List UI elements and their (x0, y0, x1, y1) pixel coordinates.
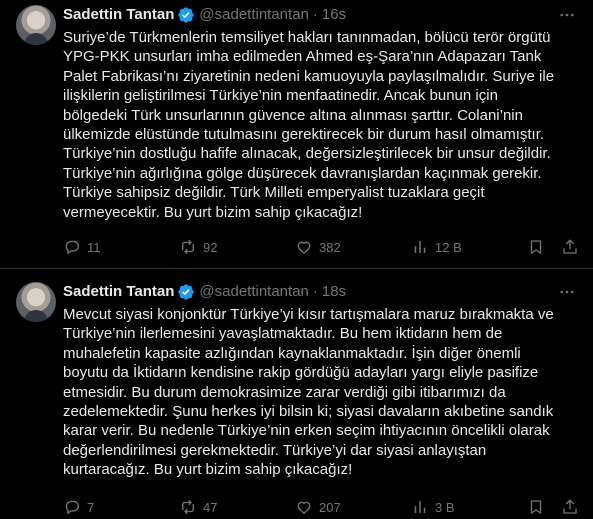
separator: · (312, 6, 318, 23)
tweet[interactable]: Sadettin Tantan @sadettintantan · 18s Me… (0, 270, 593, 519)
reply-count: 7 (87, 499, 95, 515)
like-button[interactable]: 382 (295, 238, 355, 256)
like-icon (297, 501, 311, 514)
tweet[interactable]: Sadettin Tantan @sadettintantan · 16s Su… (0, 0, 593, 269)
avatar[interactable] (16, 5, 56, 45)
repost-icon (182, 499, 194, 515)
views-button[interactable]: 3 B (411, 498, 471, 516)
bookmark-icon[interactable] (527, 238, 545, 256)
author-name[interactable]: Sadettin Tantan (63, 282, 174, 302)
separator: · (312, 283, 318, 300)
avatar[interactable] (16, 282, 56, 322)
like-count: 382 (319, 239, 341, 255)
tweet-tools (527, 498, 579, 516)
reply-icon (65, 500, 80, 515)
tweet-header: Sadettin Tantan @sadettintantan · 18s (63, 282, 346, 302)
author-handle[interactable]: @sadettintantan (199, 282, 308, 302)
tweet-text: Suriye’de Türkmenlerin temsiliyet haklar… (63, 29, 555, 221)
views-button[interactable]: 12 B (411, 238, 471, 256)
view-count: 3 B (435, 499, 455, 515)
repost-button[interactable]: 47 (179, 498, 239, 516)
bookmark-icon[interactable] (527, 498, 545, 516)
like-icon (297, 241, 311, 254)
share-icon[interactable] (561, 238, 579, 256)
more-button[interactable] (557, 282, 577, 302)
views-icon (414, 241, 426, 253)
author-name[interactable]: Sadettin Tantan (63, 5, 174, 25)
timestamp[interactable]: 18s (322, 282, 346, 302)
reply-button[interactable]: 11 (63, 238, 123, 256)
repost-icon (182, 239, 194, 255)
reply-icon (65, 240, 80, 255)
like-count: 207 (319, 499, 341, 515)
tweet-header: Sadettin Tantan @sadettintantan · 16s (63, 5, 346, 25)
reply-button[interactable]: 7 (63, 498, 123, 516)
share-icon[interactable] (561, 498, 579, 516)
view-count: 12 B (435, 239, 462, 255)
repost-button[interactable]: 92 (179, 238, 239, 256)
tweet-actions: 7 47 207 3 B (63, 497, 579, 517)
verified-badge-icon (178, 7, 195, 23)
tweet-tools (527, 238, 579, 256)
verified-badge-icon (178, 284, 195, 300)
more-button[interactable] (557, 5, 577, 25)
repost-count: 92 (203, 239, 218, 255)
views-icon (414, 501, 426, 513)
timestamp[interactable]: 16s (322, 5, 346, 25)
more-icon (560, 290, 574, 294)
tweet-actions: 11 92 382 12 B (63, 237, 579, 257)
like-button[interactable]: 207 (295, 498, 355, 516)
reply-count: 11 (87, 239, 101, 255)
repost-count: 47 (203, 499, 218, 515)
author-handle[interactable]: @sadettintantan (199, 5, 308, 25)
more-icon (560, 13, 574, 17)
tweet-text: Mevcut siyasi konjonktür Türkiye’yi kısı… (63, 306, 554, 479)
